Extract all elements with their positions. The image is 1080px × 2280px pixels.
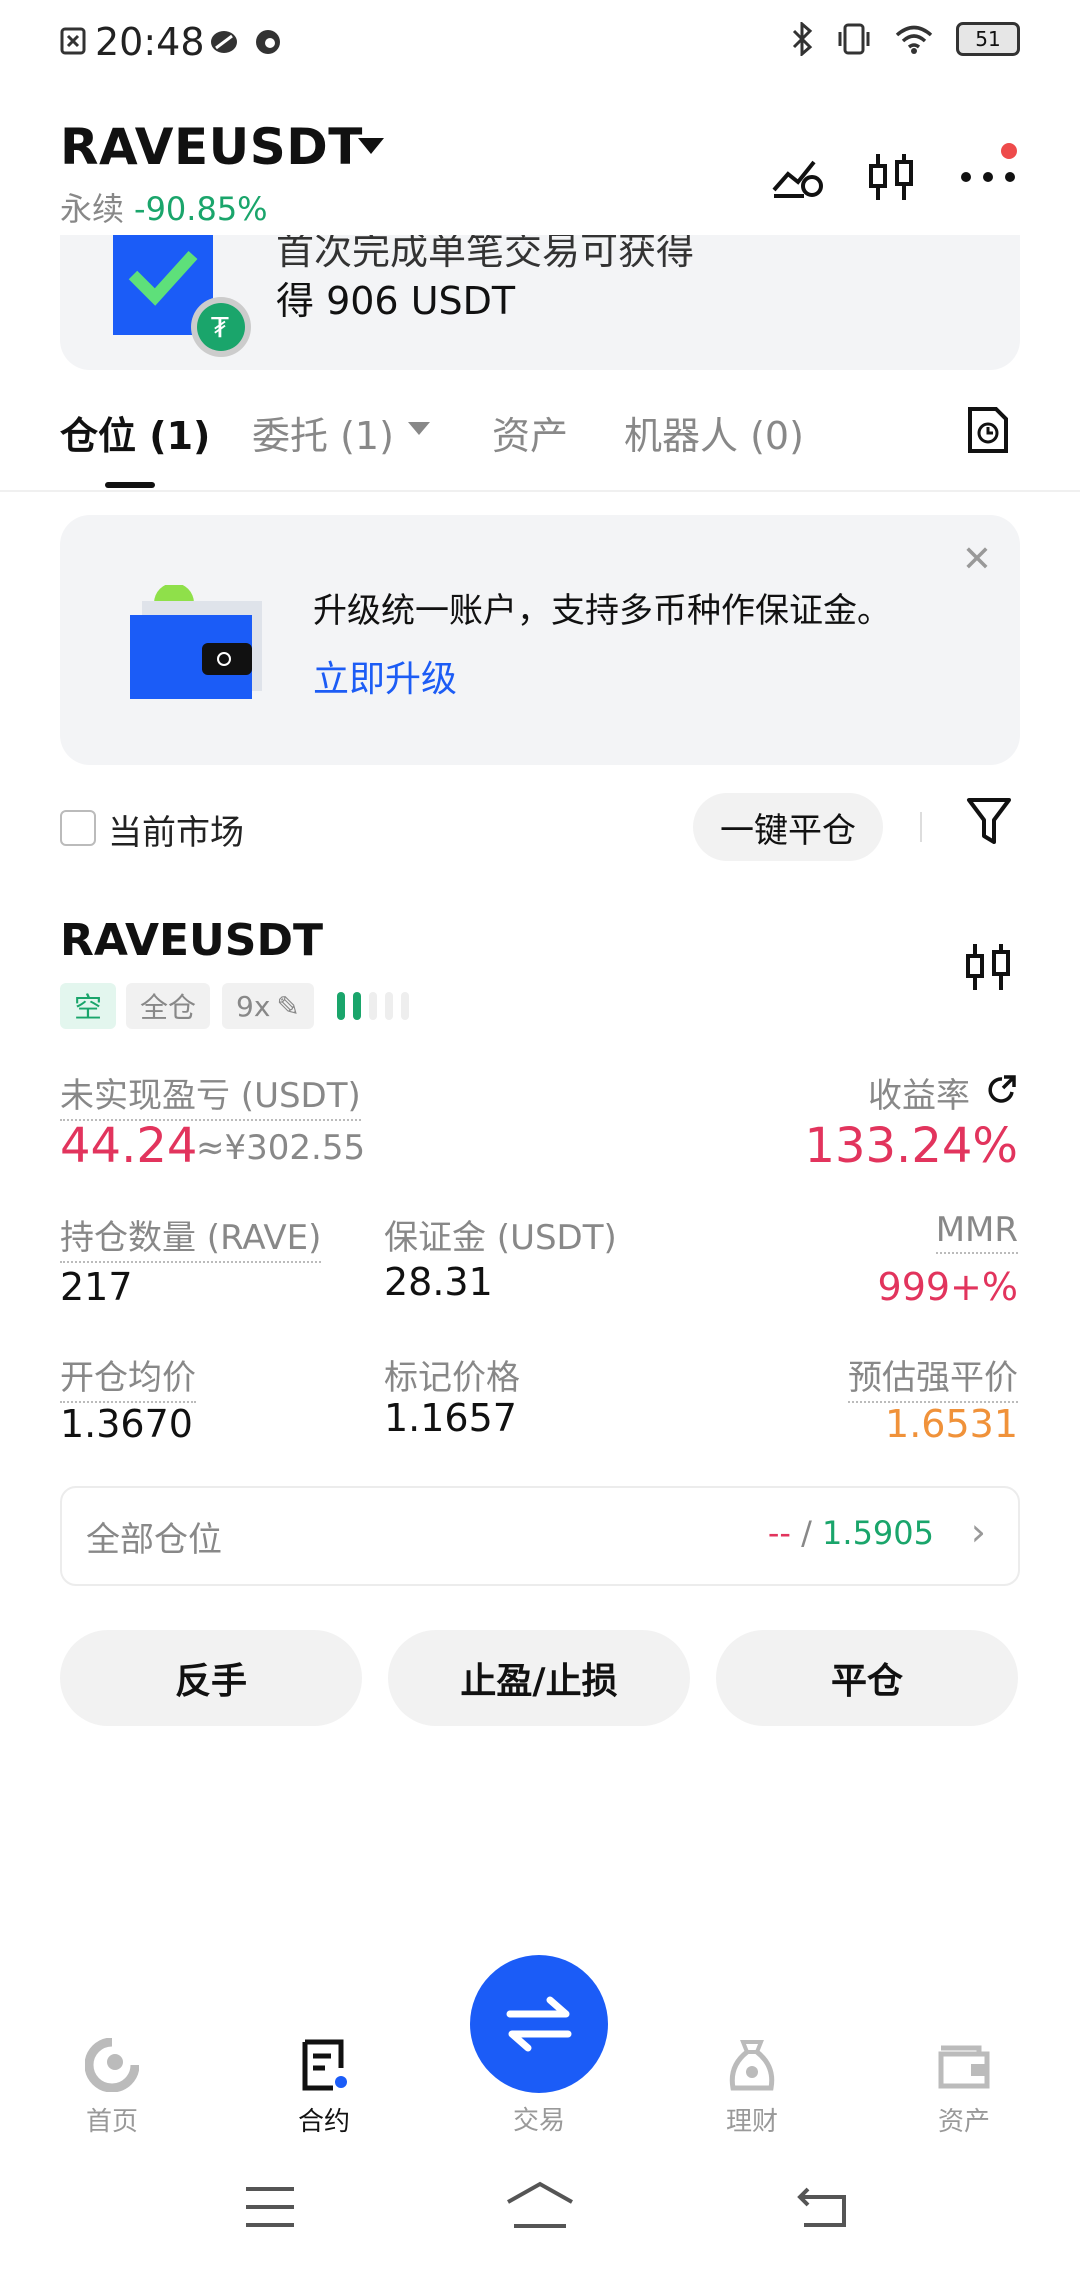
margin-label: 保证金 (USDT) bbox=[384, 1218, 617, 1258]
promo-illustration: ₮ bbox=[113, 235, 253, 369]
upgrade-message: 升级统一账户，支持多币种作保证金。 bbox=[313, 591, 891, 631]
mmr-value: 999+% bbox=[877, 1265, 1018, 1309]
finance-icon bbox=[692, 2035, 812, 2095]
leverage-tag[interactable]: 9x ✎ bbox=[222, 983, 314, 1029]
mmr-label[interactable]: MMR bbox=[935, 1210, 1018, 1254]
status-right: 51 bbox=[790, 22, 1020, 56]
nav-home[interactable]: 首页 bbox=[52, 2035, 172, 2138]
entry-price-label[interactable]: 开仓均价 bbox=[60, 1350, 196, 1403]
adl-bar-5 bbox=[401, 992, 409, 1020]
edit-icon: ✎ bbox=[276, 989, 300, 1023]
close-icon[interactable]: ✕ bbox=[962, 539, 992, 580]
adl-bar-2 bbox=[353, 992, 361, 1020]
pair-subtitle: 永续 -90.85% bbox=[60, 184, 268, 230]
tab-positions[interactable]: 仓位 (1) bbox=[60, 405, 210, 460]
adl-bar-4 bbox=[385, 992, 393, 1020]
all-positions-value: 1.5905 bbox=[822, 1514, 934, 1552]
margin-mode-tag: 全仓 bbox=[126, 983, 211, 1029]
orders-dropdown-icon[interactable] bbox=[408, 422, 430, 435]
upgrade-link[interactable]: 立即升级 bbox=[313, 650, 457, 702]
nav-assets[interactable]: 资产 bbox=[904, 2035, 1024, 2138]
nav-finance[interactable]: 理财 bbox=[692, 2035, 812, 2138]
pair-title[interactable]: RAVEUSDT bbox=[60, 118, 363, 176]
adl-bar-3 bbox=[369, 992, 377, 1020]
close-all-button[interactable]: 一键平仓 bbox=[693, 793, 883, 861]
roe-label: 收益率 bbox=[868, 1076, 970, 1116]
notification-dot bbox=[1001, 143, 1017, 159]
liq-price-value: 1.6531 bbox=[885, 1402, 1018, 1446]
wallet-icon bbox=[130, 583, 270, 709]
roe-value: 133.24% bbox=[804, 1118, 1018, 1174]
price-alert-icon[interactable] bbox=[770, 152, 826, 204]
position-pair[interactable]: RAVEUSDT bbox=[60, 915, 323, 966]
candlestick-icon[interactable] bbox=[866, 152, 916, 206]
side-tag: 空 bbox=[60, 983, 117, 1029]
more-icon[interactable] bbox=[960, 168, 1016, 187]
nav-home-label: 首页 bbox=[85, 2107, 138, 2137]
share-icon[interactable] bbox=[986, 1074, 1018, 1110]
all-positions-row[interactable]: 全部仓位 -- / 1.5905 › bbox=[60, 1486, 1020, 1586]
position-chart-icon[interactable] bbox=[963, 942, 1013, 996]
mark-price-label: 标记价格 bbox=[384, 1358, 520, 1398]
leverage-value: 9x bbox=[236, 989, 271, 1023]
liq-price-label[interactable]: 预估强平价 bbox=[848, 1350, 1018, 1403]
price-change: -90.85% bbox=[134, 190, 268, 228]
trade-button[interactable] bbox=[470, 1955, 608, 2093]
margin-value: 28.31 bbox=[384, 1260, 493, 1304]
tab-orders[interactable]: 委托 (1) bbox=[252, 405, 394, 460]
bluetooth-icon bbox=[792, 22, 813, 56]
vibrate-icon bbox=[838, 23, 870, 55]
banner-reward-text: 得 906 USDT bbox=[276, 279, 516, 323]
unrealized-pnl-label[interactable]: 未实现盈亏 (USDT) bbox=[60, 1068, 361, 1121]
active-tab-indicator bbox=[105, 482, 155, 488]
current-market-checkbox[interactable] bbox=[60, 810, 96, 846]
svg-text:₮: ₮ bbox=[211, 311, 229, 344]
quantity-label[interactable]: 持仓数量 (RAVE) bbox=[60, 1210, 322, 1263]
status-bar: 20:48 51 bbox=[0, 0, 1080, 90]
home-icon bbox=[52, 2035, 172, 2095]
home-nav-icon[interactable] bbox=[504, 2180, 576, 2234]
entry-price-value: 1.3670 bbox=[60, 1402, 193, 1446]
history-icon[interactable] bbox=[966, 405, 1010, 459]
app-status-icons bbox=[208, 26, 288, 62]
nav-trade-label[interactable]: 交易 bbox=[470, 2100, 608, 2137]
wallet-nav-icon bbox=[904, 2035, 1024, 2095]
current-market-label[interactable]: 当前市场 bbox=[108, 805, 244, 854]
tab-assets[interactable]: 资产 bbox=[492, 405, 568, 460]
contract-type: 永续 bbox=[60, 190, 125, 228]
close-position-button[interactable]: 平仓 bbox=[716, 1630, 1018, 1726]
filter-icon[interactable] bbox=[966, 796, 1012, 850]
all-positions-separator: / bbox=[790, 1514, 823, 1552]
upgrade-card: 升级统一账户，支持多币种作保证金。 立即升级 ✕ bbox=[60, 515, 1020, 765]
unrealized-pnl-cny: ≈¥302.55 bbox=[196, 1128, 366, 1168]
all-positions-label: 全部仓位 bbox=[86, 1520, 222, 1560]
wifi-icon bbox=[895, 25, 933, 54]
nav-assets-label: 资产 bbox=[937, 2107, 990, 2137]
filter-divider bbox=[920, 812, 922, 842]
menu-icon[interactable] bbox=[244, 2185, 296, 2233]
pair-dropdown-icon[interactable] bbox=[358, 138, 384, 154]
status-time: 20:48 bbox=[95, 20, 205, 64]
tpsl-button[interactable]: 止盈/止损 bbox=[388, 1630, 690, 1726]
battery-icon: 51 bbox=[956, 22, 1020, 56]
reverse-button[interactable]: 反手 bbox=[60, 1630, 362, 1726]
all-positions-values: -- / 1.5905 bbox=[768, 1514, 934, 1552]
nav-finance-label: 理财 bbox=[725, 2107, 778, 2137]
chevron-right-icon: › bbox=[970, 1510, 986, 1554]
tabs-divider bbox=[0, 490, 1080, 492]
mark-price-value: 1.1657 bbox=[384, 1396, 517, 1440]
tab-bots[interactable]: 机器人 (0) bbox=[624, 405, 804, 460]
nav-contract-label: 合约 bbox=[297, 2107, 350, 2137]
notification-icons bbox=[58, 26, 88, 60]
all-positions-pnl: -- bbox=[767, 1514, 791, 1552]
unrealized-pnl-value: 44.24 bbox=[60, 1118, 198, 1174]
adl-bar-1 bbox=[337, 992, 345, 1020]
contract-icon bbox=[264, 2035, 384, 2095]
nav-contract[interactable]: 合约 bbox=[264, 2035, 384, 2138]
back-icon[interactable] bbox=[796, 2185, 848, 2233]
sim-off-icon bbox=[60, 27, 86, 55]
quantity-value: 217 bbox=[60, 1265, 133, 1309]
swap-icon bbox=[506, 1996, 572, 2052]
